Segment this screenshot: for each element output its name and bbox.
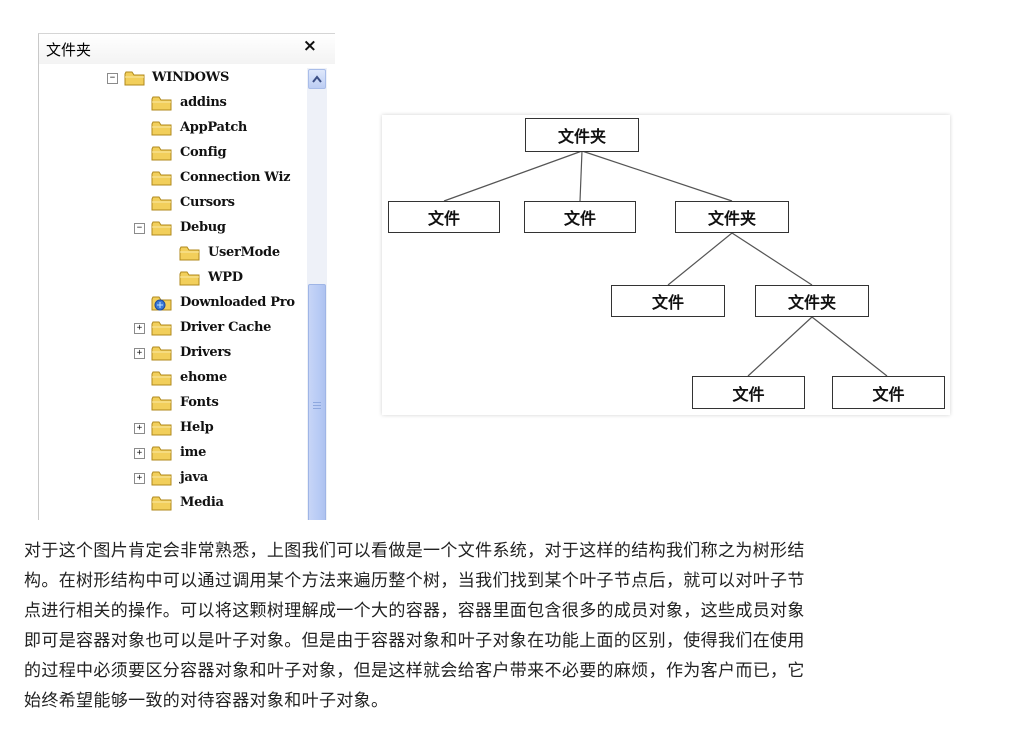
diagram-node-folder: 文件夹 [675,201,789,233]
expand-icon[interactable]: + [134,473,145,484]
expand-icon[interactable]: + [134,448,145,459]
connector-line [579,150,583,202]
tree-item-label: ime [180,445,207,460]
tree-item-java[interactable]: + java [39,468,307,490]
connector-lines [443,150,888,377]
diagram-node-file: 文件 [388,201,500,233]
tree-item-label: Driver Cache [180,320,272,335]
folder-icon [151,146,172,161]
tree-item-wpd[interactable]: WPD [39,268,307,290]
tree-item-label: java [180,470,208,485]
folder-icon [151,171,172,186]
tree-item-windows[interactable]: − WINDOWS [39,68,307,90]
pane-header: 文件夹 × [39,34,335,64]
folder-icon [124,71,145,86]
connector-line [667,232,733,286]
tree-item-label: Downloaded Pro [180,295,295,310]
tree-item-label: UserMode [208,245,280,260]
tree-item-label: AppPatch [180,120,248,135]
tree-item-label: WINDOWS [152,70,230,85]
diagram-node-file: 文件 [832,376,945,409]
folder-tree-pane: 文件夹 × − WINDOWS addins AppPatch Config C… [38,33,335,520]
tree-item-label: Config [180,145,227,160]
tree-item-apppatch[interactable]: AppPatch [39,118,307,140]
tree-item-media[interactable]: Media [39,493,307,515]
connector-line [811,316,888,377]
paragraph-line: 的过程中必须要区分容器对象和叶子对象，但是这样就会给客户带来不必要的麻烦，作为客… [24,661,805,681]
pane-title: 文件夹 [46,41,92,59]
scroll-thumb[interactable] [308,284,326,520]
tree-item-drivers[interactable]: + Drivers [39,343,307,365]
tree-item-label: ehome [180,370,227,385]
paragraph-line: 构。在树形结构中可以通过调用某个方法来遍历整个树，当我们找到某个叶子节点后，就可… [24,571,805,591]
tree-item-downloaded-pro[interactable]: Downloaded Pro [39,293,307,315]
tree-item-driver-cache[interactable]: + Driver Cache [39,318,307,340]
chevron-up-icon [312,75,322,83]
folder-icon [151,121,172,136]
folder-icon [151,221,172,236]
tree-item-label: Debug [180,220,226,235]
thumb-grip [313,402,321,403]
tree-item-usermode[interactable]: UserMode [39,243,307,265]
connector-line [747,316,813,377]
tree-item-debug[interactable]: − Debug [39,218,307,240]
tree-item-help[interactable]: + Help [39,418,307,440]
folder-icon [151,421,172,436]
folder-icon [151,321,172,336]
connector-line [581,150,733,202]
tree-item-label: Cursors [180,195,235,210]
tree-item-label: addins [180,95,227,110]
diagram-node-root: 文件夹 [525,118,639,152]
tree-item-label: Fonts [180,395,219,410]
folder-icon [151,371,172,386]
tree-item-addins[interactable]: addins [39,93,307,115]
tree-item-label: Help [180,420,214,435]
diagram-node-file: 文件 [524,201,636,233]
paragraph-line: 点进行相关的操作。可以将这颗树理解成一个大的容器，容器里面包含很多的成员对象，这… [24,601,805,621]
folder-icon [179,271,200,286]
tree-item-config[interactable]: Config [39,143,307,165]
special-folder-icon [151,296,172,311]
folder-icon [179,246,200,261]
folder-icon [151,446,172,461]
folder-tree: − WINDOWS addins AppPatch Config Connect… [39,66,307,520]
paragraph-line: 始终希望能够一致的对待容器对象和叶子对象。 [24,691,389,711]
paragraph-line: 对于这个图片肯定会非常熟悉，上图我们可以看做是一个文件系统，对于这样的结构我们称… [24,541,805,561]
tree-item-label: Drivers [180,345,231,360]
tree-item-cursors[interactable]: Cursors [39,193,307,215]
diagram-node-file: 文件 [611,285,725,317]
thumb-grip [313,405,321,406]
thumb-grip [313,408,321,409]
folder-icon [151,96,172,111]
connector-line [443,150,583,202]
folder-icon [151,471,172,486]
folder-icon [151,496,172,511]
expand-icon[interactable]: + [134,423,145,434]
tree-diagram: 文件夹 文件 文件 文件夹 文件 文件夹 文件 文件 [382,115,950,415]
close-icon[interactable]: × [303,36,317,56]
diagram-node-file: 文件 [692,376,805,409]
collapse-icon[interactable]: − [107,73,118,84]
tree-item-label: Media [180,495,224,510]
tree-item-label: WPD [208,270,243,285]
vertical-scrollbar[interactable] [307,68,327,520]
tree-item-fonts[interactable]: Fonts [39,393,307,415]
tree-item-ehome[interactable]: ehome [39,368,307,390]
folder-icon [151,346,172,361]
tree-item-ime[interactable]: + ime [39,443,307,465]
paragraph-line: 即可是容器对象也可以是叶子对象。但是由于容器对象和叶子对象在功能上面的区别，使得… [24,631,805,651]
tree-item-connection-wiz[interactable]: Connection Wiz [39,168,307,190]
expand-icon[interactable]: + [134,323,145,334]
folder-icon [151,396,172,411]
body-paragraph: 对于这个图片肯定会非常熟悉，上图我们可以看做是一个文件系统，对于这样的结构我们称… [24,536,954,716]
scroll-up-button[interactable] [308,69,326,89]
folder-icon [151,196,172,211]
expand-icon[interactable]: + [134,348,145,359]
tree-item-label: Connection Wiz [180,170,291,185]
collapse-icon[interactable]: − [134,223,145,234]
connector-line [731,232,813,286]
diagram-node-folder: 文件夹 [755,285,869,317]
